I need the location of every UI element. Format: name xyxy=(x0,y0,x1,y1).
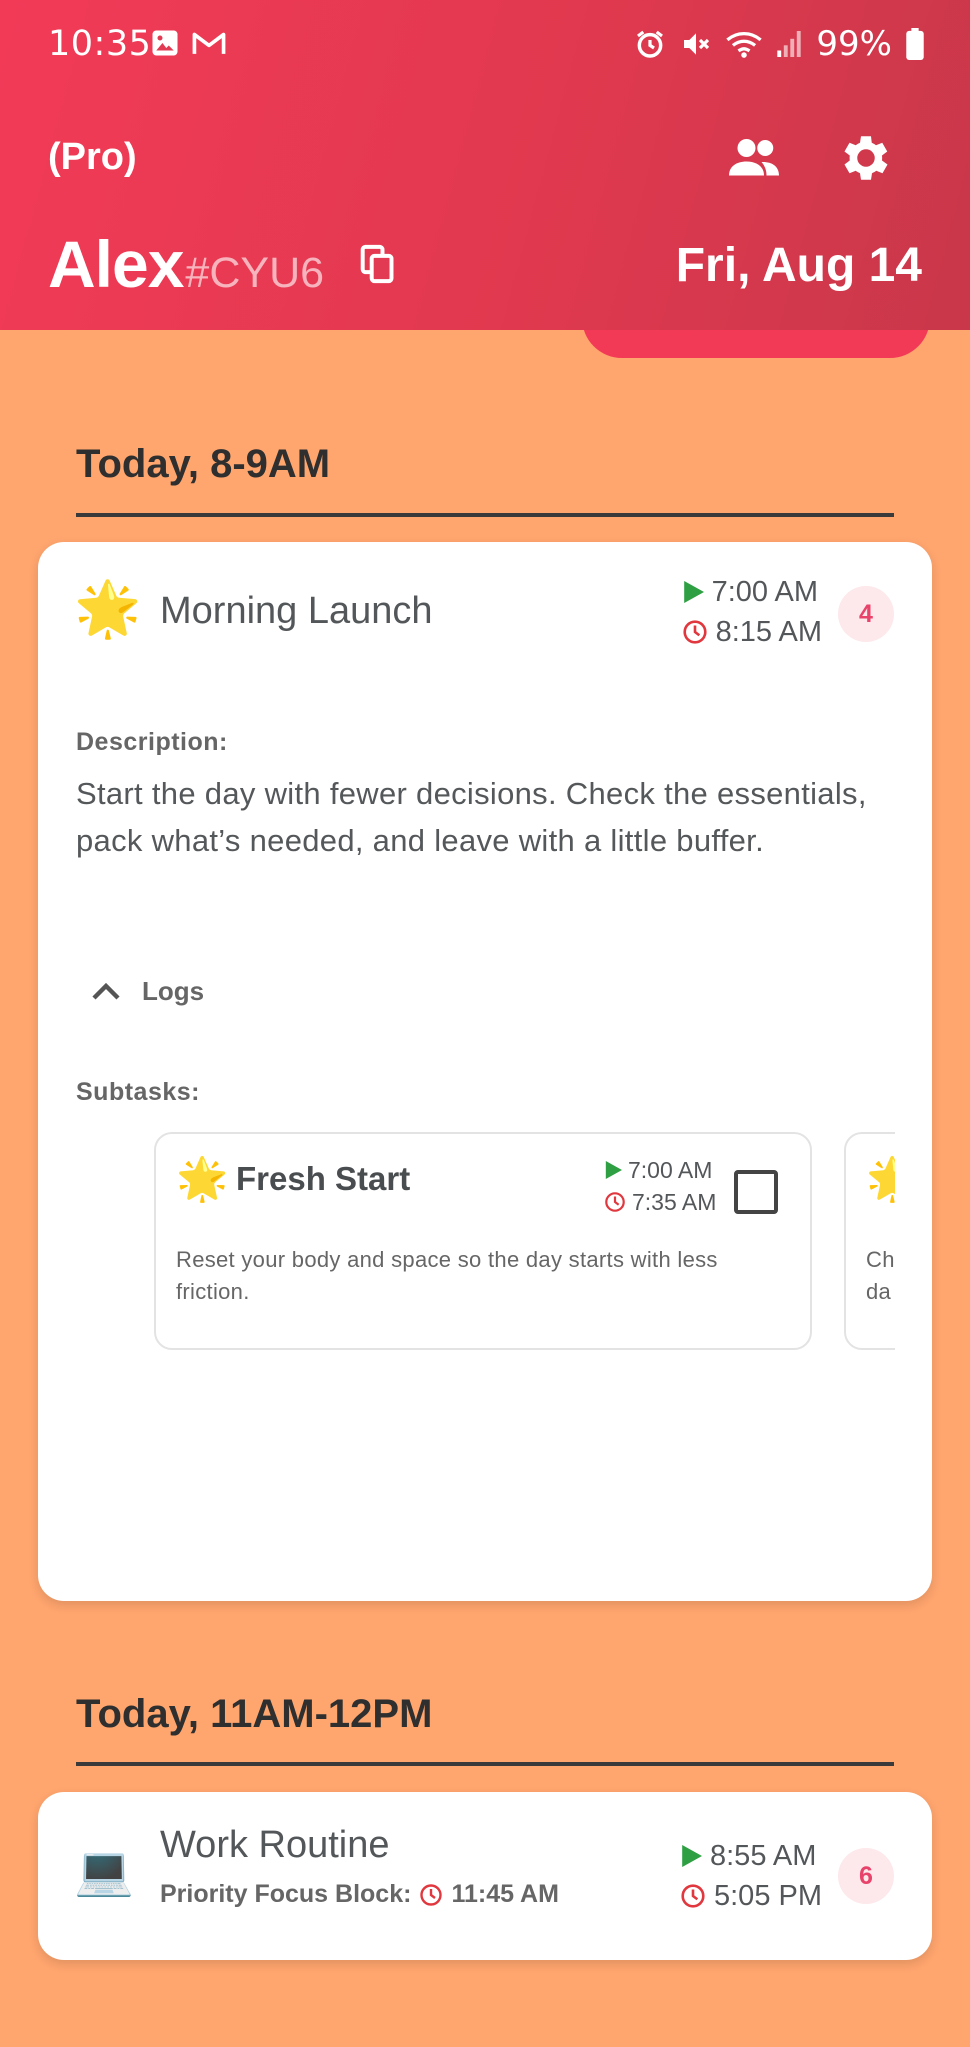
alarm-icon xyxy=(637,30,664,58)
description-label: Description: xyxy=(76,728,228,756)
clock-icon xyxy=(681,1884,705,1908)
logs-label: Logs xyxy=(142,976,205,1006)
section-divider xyxy=(76,513,894,517)
task-card[interactable]: 🌟 Morning Launch 7:00 AM 8:15 AM 4 Descr… xyxy=(38,542,932,1601)
end-time: 5:05 PM xyxy=(714,1879,822,1912)
user-tag: #CYU6 xyxy=(185,249,325,297)
play-icon xyxy=(682,1845,702,1867)
status-bar: 10:35 99% xyxy=(0,0,970,92)
plan-label: (Pro) xyxy=(48,136,137,178)
app-header: 10:35 99% (Pro) Alex #CYU6 Fri, Aug 14 xyxy=(0,0,970,330)
play-icon xyxy=(605,1161,622,1179)
copy-icon[interactable] xyxy=(360,244,396,284)
section-title: Today, 8-9AM xyxy=(76,442,331,486)
start-time: 8:55 AM xyxy=(710,1839,817,1872)
subtask-end: 7:35 AM xyxy=(632,1188,717,1215)
subtask-emoji: 🌟 xyxy=(176,1155,229,1202)
subtask-description: Reset your body and space so the day sta… xyxy=(176,1247,718,1304)
chevron-up-icon xyxy=(92,982,120,1000)
subtask-card[interactable]: 🌟 Fresh Start 7:00 AM 7:35 AM Reset your… xyxy=(154,1132,812,1350)
task-times: 8:55 AM 5:05 PM xyxy=(680,1836,822,1916)
end-time-row: 8:15 AM xyxy=(682,612,822,652)
user-identity: Alex #CYU6 xyxy=(48,226,324,302)
subtask-emoji: 🌟 xyxy=(866,1155,895,1202)
clock-icon xyxy=(605,1192,625,1212)
wifi-icon xyxy=(726,31,763,58)
subtask-end-row: 7:35 AM xyxy=(604,1186,716,1218)
start-time-row: 8:55 AM xyxy=(680,1836,822,1876)
status-left-icons xyxy=(150,28,226,58)
subtask-card[interactable]: 🌟 Ch da xyxy=(844,1132,895,1350)
gmail-icon xyxy=(192,32,226,54)
focus-label: Priority Focus Block: xyxy=(160,1880,412,1908)
settings-icon[interactable] xyxy=(836,128,896,188)
subtask-description: Ch da xyxy=(866,1247,895,1304)
task-emoji: 💻 xyxy=(74,1845,134,1898)
clock-icon xyxy=(420,1883,443,1906)
focus-time: 11:45 AM xyxy=(451,1880,559,1908)
task-emoji: 🌟 xyxy=(74,579,142,639)
task-description: Start the day with fewer decisions. Chec… xyxy=(76,776,867,858)
task-count-badge: 6 xyxy=(838,1848,894,1904)
status-time: 10:35 xyxy=(48,24,152,64)
subtask-start-row: 7:00 AM xyxy=(604,1154,716,1186)
start-time-row: 7:00 AM xyxy=(682,572,822,612)
status-right-icons: 99% xyxy=(634,24,924,64)
task-title: Work Routine xyxy=(160,1824,390,1866)
subtask-carousel[interactable]: 🌟 Fresh Start 7:00 AM 7:35 AM Reset your… xyxy=(154,1132,895,1362)
start-time: 7:00 AM xyxy=(711,575,818,608)
image-icon xyxy=(152,30,178,56)
task-count-badge: 4 xyxy=(838,586,894,642)
play-icon xyxy=(683,581,704,603)
people-icon[interactable] xyxy=(724,128,784,188)
end-time-row: 5:05 PM xyxy=(680,1876,822,1916)
subtask-checkbox[interactable] xyxy=(734,1170,778,1214)
section-divider xyxy=(76,1762,894,1766)
user-name: Alex xyxy=(48,227,184,301)
mute-icon xyxy=(684,33,710,55)
subtask-title: Fresh Start xyxy=(236,1160,411,1197)
task-times: 7:00 AM 8:15 AM xyxy=(682,572,822,652)
header-date: Fri, Aug 14 xyxy=(675,239,922,292)
signal-icon xyxy=(777,31,802,57)
logs-toggle[interactable]: Logs xyxy=(92,976,204,1007)
task-card[interactable]: 💻 Work Routine Priority Focus Block: 11:… xyxy=(38,1792,932,1960)
battery-percent: 99% xyxy=(816,24,892,64)
end-time: 8:15 AM xyxy=(715,615,822,648)
task-title: Morning Launch xyxy=(160,590,433,632)
subtask-times: 7:00 AM 7:35 AM xyxy=(604,1154,716,1218)
subtask-start: 7:00 AM xyxy=(628,1156,713,1183)
focus-block: Priority Focus Block: 11:45 AM xyxy=(160,1880,559,1909)
section-title: Today, 11AM-12PM xyxy=(76,1692,433,1736)
clock-icon xyxy=(683,620,707,644)
battery-icon xyxy=(906,28,924,60)
subtasks-label: Subtasks: xyxy=(76,1078,200,1106)
